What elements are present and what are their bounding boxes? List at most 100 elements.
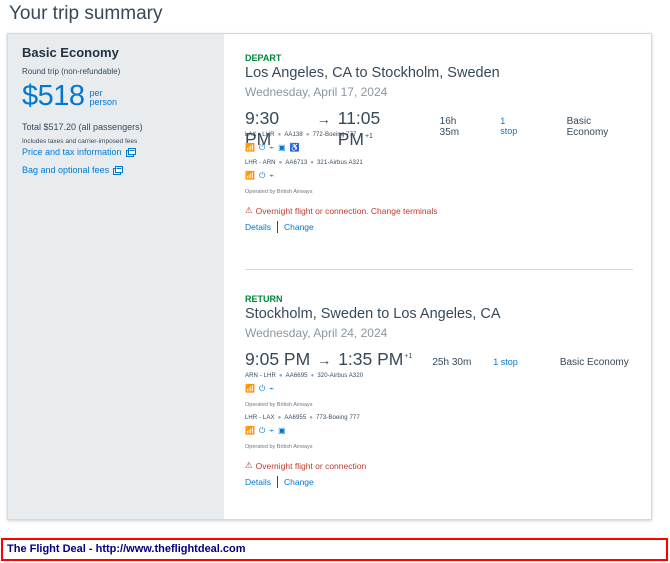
return-leg-1: ARN - LHR ● AA6695 ● 320-Airbus A320 <box>245 373 635 379</box>
return-arrival-time-value: 1:35 PM <box>338 349 404 369</box>
total-price: Total $517.20 (all passengers) <box>22 122 143 132</box>
depart-details-link[interactable]: Details <box>245 222 271 232</box>
action-separator <box>276 221 278 233</box>
leg-flight: AA6713 <box>285 160 308 166</box>
usb-icon: ⌁ <box>269 384 275 393</box>
return-leg-1-amenities: 📶 ⏻ ⌁ <box>245 384 635 394</box>
return-duration: 25h 30m <box>432 357 472 368</box>
separator-dot: ● <box>277 415 282 421</box>
separator-dot: ● <box>278 160 283 166</box>
page-title: Your trip summary <box>9 3 163 24</box>
arrow-right-icon: → <box>317 352 332 368</box>
warning-icon: ⚠ <box>245 460 253 470</box>
depart-leg-2: LHR - ARN ● AA6713 ● 321-Airbus A321 <box>245 160 635 166</box>
depart-route: Los Angeles, CA to Stockholm, Sweden <box>245 65 500 81</box>
warning-icon: ⚠ <box>245 205 253 215</box>
leg-route: ARN - LHR <box>245 373 276 379</box>
return-times: 9:05 PM → 1:35 PM+1 25h 30m 1 stop Basic… <box>245 349 635 371</box>
leg-flight: AA6695 <box>285 373 308 379</box>
return-warning: ⚠ Overnight flight or connection <box>245 460 635 471</box>
includes-fees-note: Includes taxes and carrier-imposed fees <box>22 138 138 145</box>
return-details-link[interactable]: Details <box>245 477 271 487</box>
separator-dot: ● <box>310 160 314 166</box>
price-tax-link[interactable]: Price and tax information <box>22 147 210 157</box>
external-link-icon <box>125 147 136 157</box>
power-outlet-icon: ⏻ <box>258 171 266 180</box>
wifi-icon: 📶 <box>245 143 255 152</box>
price-per-person: $518 <box>22 80 85 112</box>
separator-dot: ● <box>305 132 310 138</box>
fare-sidebar: Basic Economy Round trip (non-refundable… <box>8 34 224 519</box>
price-unit-person: person <box>89 97 118 107</box>
bag-fees-link-label: Bag and optional fees <box>22 165 110 175</box>
return-label: RETURN <box>245 294 283 304</box>
separator-dot: ● <box>310 373 315 379</box>
depart-warning: ⚠ Overnight flight or connection. Change… <box>245 205 635 216</box>
return-leg-2-amenities: 📶 ⏻ ⌁ ▣ <box>245 426 635 436</box>
wifi-icon: 📶 <box>245 426 255 435</box>
depart-day-offset: +1 <box>364 133 373 141</box>
wifi-icon: 📶 <box>245 384 255 393</box>
fare-name: Basic Economy <box>22 45 119 60</box>
depart-date: Wednesday, April 17, 2024 <box>245 85 388 99</box>
depart-arrival-time-value: 11:05 PM <box>337 108 381 149</box>
depart-duration: 16h 35m <box>439 116 460 138</box>
price-row: $518 per person <box>22 80 210 112</box>
leg-aircraft: 321-Airbus A321 <box>317 160 363 166</box>
return-change-link[interactable]: Change <box>284 477 314 487</box>
return-segment: RETURN Stockholm, Sweden to Los Angeles,… <box>245 294 635 488</box>
leg-route: LHR - LAX <box>245 415 275 421</box>
depart-stops-link[interactable]: 1 stop <box>500 116 524 136</box>
power-outlet-icon: ⏻ <box>258 384 266 393</box>
arrow-right-icon: → <box>316 111 331 127</box>
return-operated-by-1: Operated by British Airways <box>245 402 313 408</box>
accessible-icon: ♿ <box>289 143 300 152</box>
separator-dot: ● <box>277 132 282 138</box>
power-outlet-icon: ⏻ <box>258 426 266 435</box>
depart-arrival-time: 11:05 PM+1 <box>338 108 420 150</box>
usb-icon: ⌁ <box>269 426 275 435</box>
return-departure-time: 9:05 PM <box>245 349 311 369</box>
trip-summary-card: Basic Economy Round trip (non-refundable… <box>7 33 652 520</box>
return-leg-2: LHR - LAX ● AA6955 ● 773-Boeing 777 <box>245 415 635 421</box>
leg-flight: AA6955 <box>284 415 307 421</box>
usb-icon: ⌁ <box>269 143 275 152</box>
segment-divider <box>245 269 633 270</box>
depart-cabin: Basic Economy <box>566 116 609 138</box>
leg-aircraft: 320-Airbus A320 <box>317 373 364 379</box>
leg-route: LAX - LHR <box>245 132 275 138</box>
action-separator <box>276 476 278 488</box>
bag-fees-link[interactable]: Bag and optional fees <box>22 165 210 175</box>
return-day-offset: +1 <box>404 353 413 361</box>
depart-operated-by: Operated by British Airways <box>245 189 313 195</box>
leg-aircraft: 773-Boeing 777 <box>316 415 360 421</box>
depart-change-link[interactable]: Change <box>284 222 314 232</box>
price-tax-link-label: Price and tax information <box>22 147 122 157</box>
wifi-icon: 📶 <box>245 171 255 180</box>
trip-type: Round trip (non-refundable) <box>22 67 121 76</box>
return-cabin: Basic Economy <box>559 357 629 368</box>
return-warning-text: Overnight flight or connection <box>255 460 367 471</box>
watermark-footer: The Flight Deal - http://www.theflightde… <box>1 538 668 561</box>
return-stops-link[interactable]: 1 stop <box>493 357 518 367</box>
separator-dot: ● <box>309 415 313 421</box>
power-outlet-icon: ⏻ <box>258 143 266 152</box>
return-route: Stockholm, Sweden to Los Angeles, CA <box>245 306 501 322</box>
leg-aircraft: 772-Boeing 777 <box>312 132 357 138</box>
depart-actions: Details Change <box>245 221 635 233</box>
return-operated-by-2: Operated by British Airways <box>245 444 313 450</box>
return-date: Wednesday, April 24, 2024 <box>245 326 388 340</box>
depart-label: DEPART <box>245 53 282 63</box>
depart-segment: DEPART Los Angeles, CA to Stockholm, Swe… <box>245 53 635 233</box>
depart-times: 9:30 PM → 11:05 PM+1 16h 35m 1 stop Basi… <box>245 108 635 149</box>
leg-route: LHR - ARN <box>245 160 276 166</box>
separator-dot: ● <box>278 373 283 379</box>
entertainment-icon: ▣ <box>278 143 286 152</box>
entertainment-icon: ▣ <box>278 426 286 435</box>
depart-leg-2-amenities: 📶 ⏻ ⌁ <box>245 171 635 181</box>
return-arrival-time: 1:35 PM+1 <box>338 349 412 370</box>
depart-warning-text: Overnight flight or connection. Change t… <box>255 205 438 216</box>
return-actions: Details Change <box>245 476 635 488</box>
external-link-icon <box>113 165 124 175</box>
usb-icon: ⌁ <box>269 171 275 180</box>
